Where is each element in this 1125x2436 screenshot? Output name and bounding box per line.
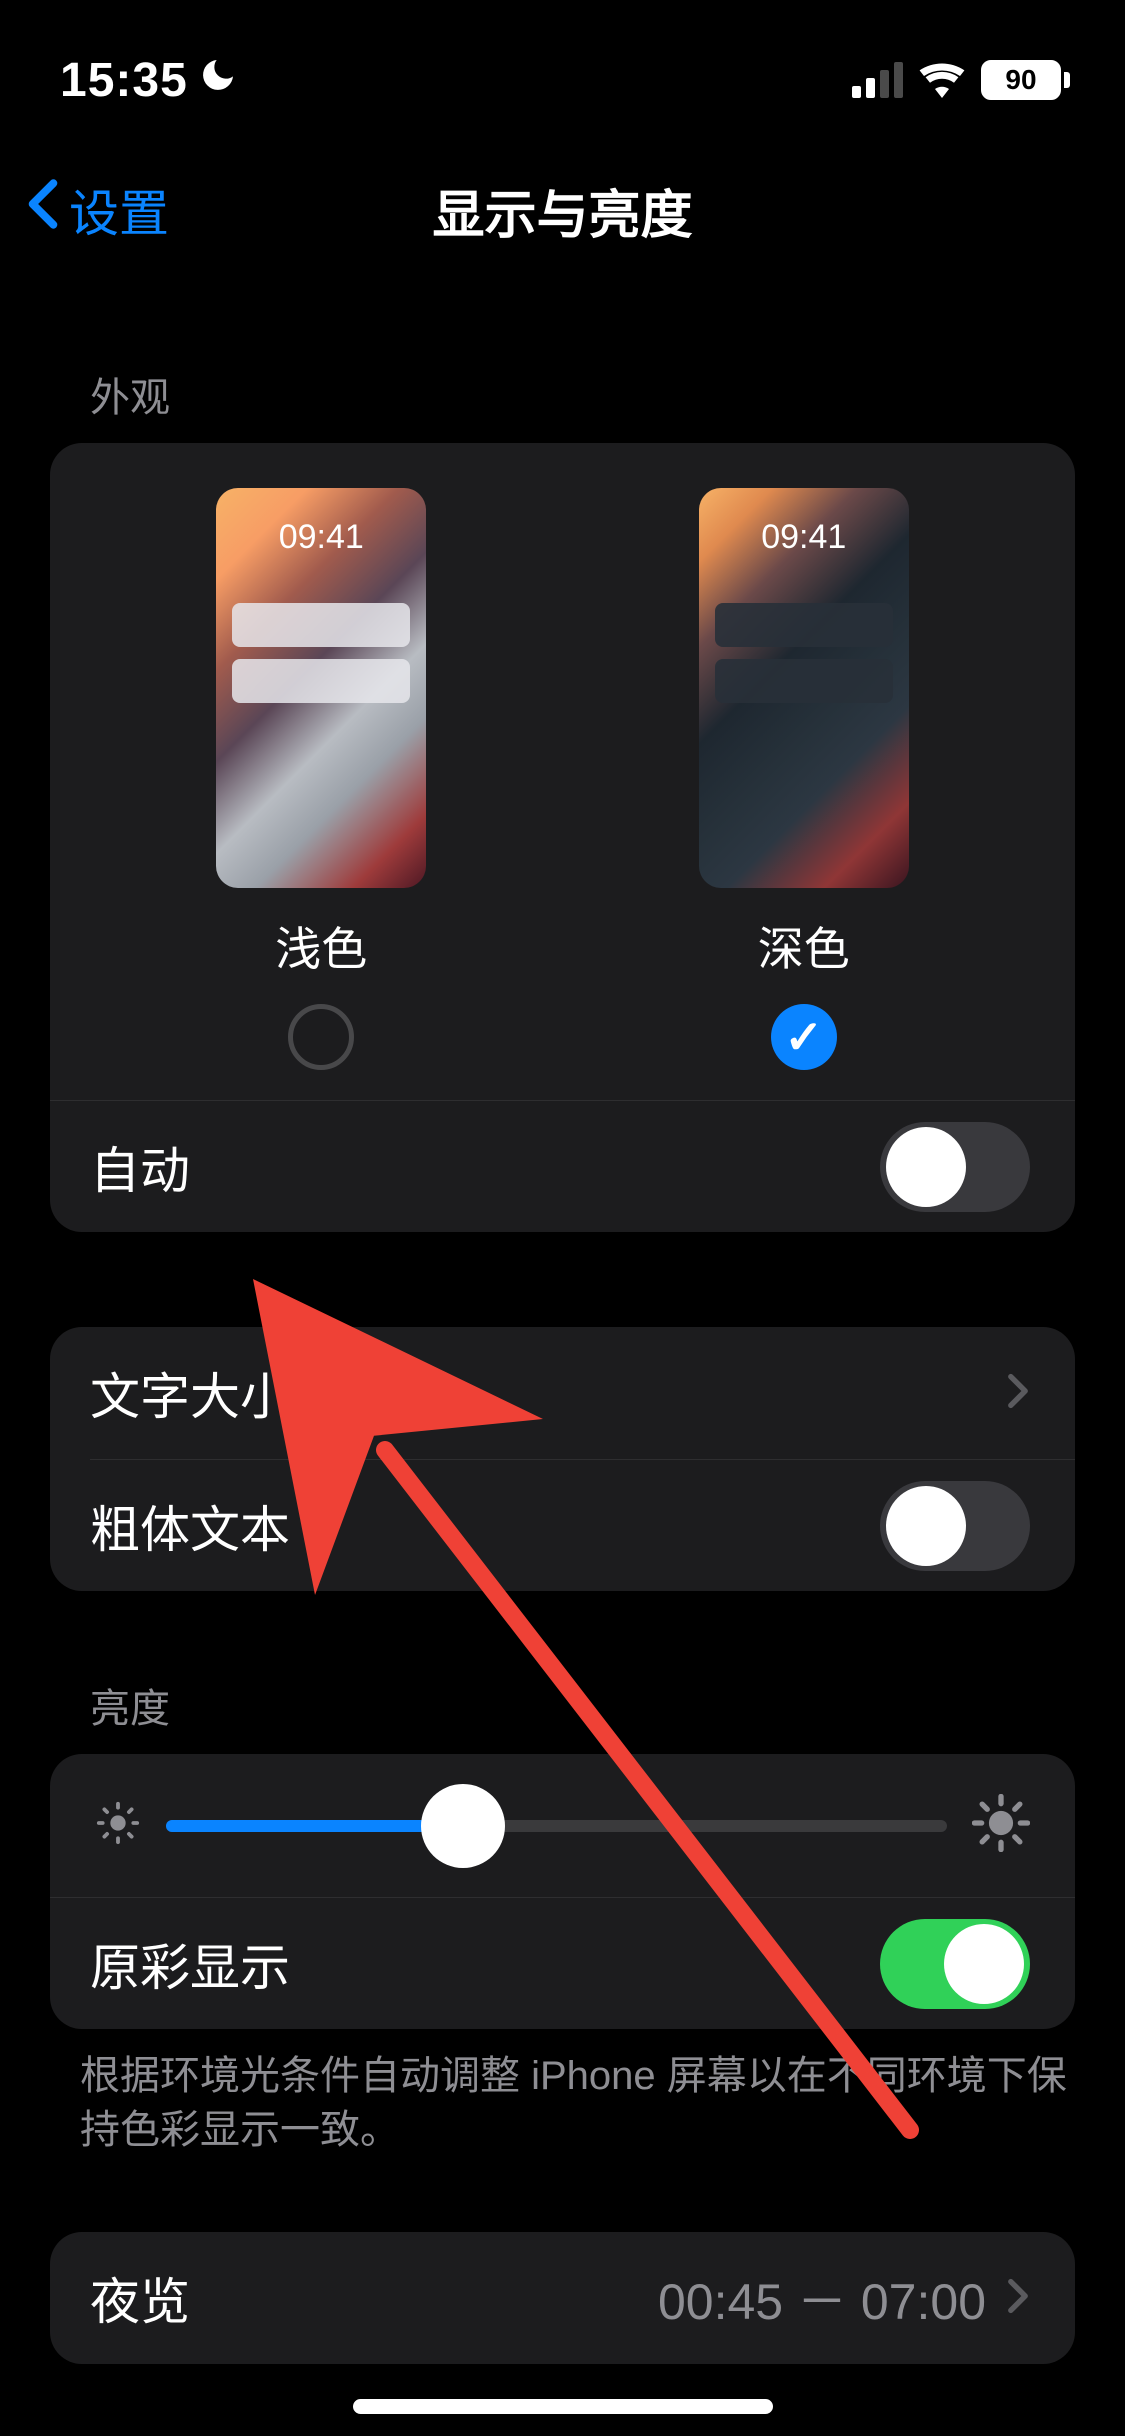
chevron-right-icon [1006,1366,1030,1421]
nightshift-schedule: 00:45 － 07:00 [658,2262,986,2334]
preview-time: 09:41 [216,518,426,557]
nightshift-group: 夜览 00:45 － 07:00 [50,2232,1075,2364]
bold-text-toggle[interactable] [880,1481,1030,1571]
moon-icon [198,55,238,105]
appearance-group: 09:41 浅色 09:41 深色 自动 [50,443,1075,1232]
status-right: 90 [852,58,1070,103]
appearance-dark-option[interactable]: 09:41 深色 [699,488,909,1070]
dark-label: 深色 [758,913,850,979]
nightshift-row[interactable]: 夜览 00:45 － 07:00 [50,2232,1075,2364]
status-time: 15:35 [60,53,188,108]
truetone-label: 原彩显示 [90,1928,290,2000]
nightshift-detail: 00:45 － 07:00 [658,2262,1030,2334]
dark-radio[interactable] [771,1004,837,1070]
sun-high-icon [972,1794,1030,1857]
truetone-footer: 根据环境光条件自动调整 iPhone 屏幕以在不同环境下保持色彩显示一致。 [0,2029,1125,2157]
auto-label: 自动 [90,1131,190,1203]
appearance-light-option[interactable]: 09:41 浅色 [216,488,426,1070]
appearance-header: 外观 [0,280,1125,443]
status-left: 15:35 [60,53,238,108]
appearance-options: 09:41 浅色 09:41 深色 [50,443,1075,1100]
brightness-header: 亮度 [0,1591,1125,1754]
brightness-slider-row [50,1754,1075,1897]
dark-preview: 09:41 [699,488,909,888]
bold-text-row: 粗体文本 [90,1459,1075,1591]
home-indicator[interactable] [353,2399,773,2414]
light-radio[interactable] [288,1004,354,1070]
brightness-slider[interactable] [166,1820,947,1832]
nav-bar: 设置 显示与亮度 [0,140,1125,280]
status-bar: 15:35 90 [0,0,1125,140]
brightness-group: 原彩显示 [50,1754,1075,2029]
text-size-row[interactable]: 文字大小 [50,1327,1075,1459]
page-title: 显示与亮度 [0,173,1125,248]
battery-icon: 90 [981,60,1070,100]
cellular-icon [852,62,903,98]
chevron-right-icon [1006,2271,1030,2326]
battery-pct: 90 [1005,64,1036,96]
wifi-icon [918,58,966,103]
preview-time: 09:41 [699,518,909,557]
truetone-toggle[interactable] [880,1919,1030,2009]
light-label: 浅色 [275,913,367,979]
text-size-label: 文字大小 [90,1357,290,1429]
auto-toggle[interactable] [880,1122,1030,1212]
sun-low-icon [95,1800,141,1851]
nightshift-label: 夜览 [90,2262,190,2334]
light-preview: 09:41 [216,488,426,888]
truetone-row: 原彩显示 [50,1897,1075,2029]
bold-text-label: 粗体文本 [90,1490,290,1562]
text-group: 文字大小 粗体文本 [50,1327,1075,1591]
auto-appearance-row: 自动 [50,1100,1075,1232]
